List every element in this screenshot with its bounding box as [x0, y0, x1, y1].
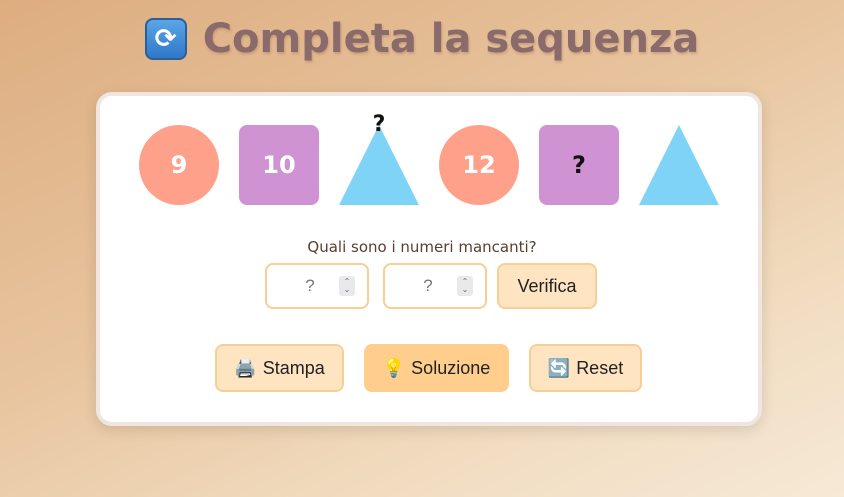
print-button[interactable]: 🖨️ Stampa: [215, 344, 344, 392]
verify-button-label: Verifica: [517, 275, 577, 296]
sequence-item-label: ?: [572, 151, 586, 179]
triangle-shape: [639, 125, 719, 205]
sequence-item-triangle-2: [639, 125, 719, 205]
solution-button-label: Soluzione: [411, 357, 491, 378]
question-prompt: Quali sono i numeri mancanti?: [307, 238, 537, 256]
page-title: ⟳ Completa la sequenza: [0, 16, 844, 62]
lightbulb-icon: 💡: [382, 357, 406, 378]
repeat-arrows-icon: ⟳: [144, 18, 187, 60]
stepper-icon[interactable]: ⌃ ⌄: [457, 276, 473, 296]
refresh-icon: 🔄: [547, 357, 571, 378]
reset-button-label: Reset: [576, 357, 624, 378]
sequence-item-square-1: 10: [239, 125, 319, 205]
triangle-shape: [339, 125, 419, 205]
verify-button[interactable]: Verifica: [497, 263, 597, 309]
print-button-label: Stampa: [262, 357, 325, 378]
stepper-icon[interactable]: ⌃ ⌄: [339, 276, 355, 296]
page-title-text: Completa la sequenza: [202, 16, 700, 62]
sequence-item-circle-1: 9: [139, 125, 219, 205]
sequence-item-circle-2: 12: [439, 125, 519, 205]
reset-button[interactable]: 🔄 Reset: [529, 344, 642, 392]
sequence-item-triangle-1: [339, 125, 419, 205]
solution-button[interactable]: 💡 Soluzione: [364, 344, 509, 392]
sequence-item-label: ?: [372, 112, 386, 137]
sequence-item-label: 10: [262, 151, 296, 179]
printer-icon: 🖨️: [234, 357, 257, 378]
sequence-item-label: 9: [170, 151, 188, 179]
sequence-item-square-2: ?: [539, 125, 619, 205]
sequence-item-label: 12: [462, 151, 496, 179]
